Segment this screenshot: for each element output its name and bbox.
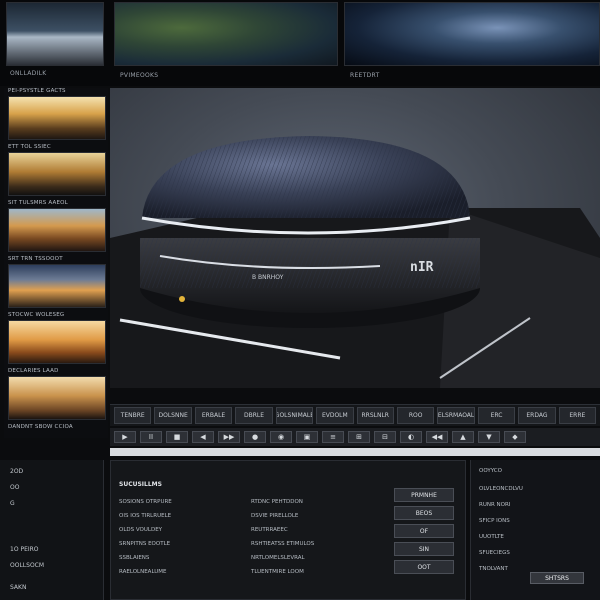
- tab-3[interactable]: ERBALE: [194, 407, 233, 424]
- rewind-icon[interactable]: ◀◀: [426, 431, 448, 443]
- prop-right-5[interactable]: NRTLOMELSLEVRAL: [251, 555, 305, 561]
- bottom-left-panel: 2OD OO G 1O PEIRO OOLLSOCM SAKN: [0, 460, 104, 600]
- asset-thumbnail-6[interactable]: [8, 376, 106, 420]
- prop-right-6[interactable]: TLUENTMIRE LOOM: [251, 569, 304, 575]
- tab-12[interactable]: ERRE: [558, 407, 597, 424]
- bl-row-5[interactable]: OOLLSOCM: [10, 562, 44, 569]
- prop-left-1[interactable]: SOSIONS OTRPURE: [119, 499, 172, 505]
- prop-left-3[interactable]: OLDS VOULDEY: [119, 527, 162, 533]
- prop-left-2[interactable]: OIS IOS TIRLRUELE: [119, 513, 171, 519]
- pause-icon[interactable]: II: [140, 431, 162, 443]
- thumb-label-2: ETT TOL SSIEC: [8, 144, 51, 150]
- tab-6[interactable]: EVDOLM: [316, 407, 354, 424]
- tab-9[interactable]: ELSRMAOAL: [437, 407, 475, 424]
- tab-8[interactable]: ROO: [396, 407, 435, 424]
- bl-row-6[interactable]: SAKN: [10, 584, 26, 591]
- play-icon[interactable]: ▶: [114, 431, 136, 443]
- side-button-3[interactable]: OF: [394, 524, 454, 538]
- preview-caption-3: REETDRT: [350, 72, 380, 79]
- frame-icon[interactable]: ▣: [296, 431, 318, 443]
- side-button-2[interactable]: BEOS: [394, 506, 454, 520]
- side-button-1[interactable]: PRMNHE: [394, 488, 454, 502]
- prop-right-3[interactable]: REUTRRAEEC: [251, 527, 288, 533]
- side-button-5[interactable]: OOT: [394, 560, 454, 574]
- export-button[interactable]: SHTSRS: [530, 572, 584, 584]
- down-icon[interactable]: ▼: [478, 431, 500, 443]
- br-row-6[interactable]: SFUECIEGS: [479, 550, 510, 556]
- tab-1[interactable]: TENBRE: [114, 407, 152, 424]
- status-led: [179, 296, 185, 302]
- top-preview-strip: ONLLADILK PVIMEOOKS REETDRT: [0, 0, 600, 86]
- step-back-icon[interactable]: ◀: [192, 431, 214, 443]
- record-icon[interactable]: ●: [244, 431, 266, 443]
- playback-control-bar: ▶ II ■ ◀ ▶▶ ● ◉ ▣ ≡ ⊞ ⊟ ◐ ◀◀ ▲ ▼ ◆: [110, 428, 600, 446]
- prop-left-4[interactable]: SRNPITNS EOOTLE: [119, 541, 170, 547]
- tab-2[interactable]: DOLSNNE: [154, 407, 192, 424]
- br-row-5[interactable]: UUOTLTE: [479, 534, 504, 540]
- tab-4[interactable]: DBRLE: [235, 407, 273, 424]
- collapse-icon[interactable]: ⊟: [374, 431, 396, 443]
- thumb-label-1: PEI-PSYSTLE GACTS: [8, 88, 66, 94]
- tab-7[interactable]: RRSLNLR: [356, 407, 394, 424]
- asset-thumbnail-1[interactable]: [8, 96, 106, 140]
- preview-thumbnail-1[interactable]: [6, 2, 104, 66]
- thumb-label-3: SIT TULSMRS AAEOL: [8, 200, 68, 206]
- preview-thumbnail-2[interactable]: [114, 2, 338, 66]
- fast-forward-icon[interactable]: ▶▶: [218, 431, 240, 443]
- preview-caption-1: ONLLADILK: [10, 70, 47, 77]
- tab-5[interactable]: GOLSNIMALE: [275, 407, 314, 424]
- device-caption: B BNRHOY: [252, 274, 284, 281]
- tab-bar: TENBRE DOLSNNE ERBALE DBRLE GOLSNIMALE E…: [110, 404, 600, 426]
- bl-row-2: OO: [10, 484, 20, 491]
- asset-thumbnail-column: PEI-PSYSTLE GACTS ETT TOL SSIEC SIT TULS…: [4, 88, 108, 438]
- prop-left-6[interactable]: RAELOLNEALUME: [119, 569, 167, 575]
- prop-left-5[interactable]: SSBLAIENS: [119, 555, 149, 561]
- asset-thumbnail-5[interactable]: [8, 320, 106, 364]
- device-badge: nIR: [410, 260, 434, 275]
- br-row-4[interactable]: SFICP IONS: [479, 518, 510, 524]
- preview-caption-2: PVIMEOOKS: [120, 72, 159, 79]
- thumb-label-7: DANDNT SBOW CCIOA: [8, 424, 73, 430]
- keyframe-icon[interactable]: ◆: [504, 431, 526, 443]
- prop-right-1[interactable]: RTDNC PEHTDDON: [251, 499, 303, 505]
- bl-row-1: 2OD: [10, 468, 24, 475]
- bl-row-3: G: [10, 500, 15, 507]
- asset-thumbnail-4[interactable]: [8, 264, 106, 308]
- contrast-icon[interactable]: ◐: [400, 431, 422, 443]
- thumb-label-4: SRT TRN TSSOOOT: [8, 256, 63, 262]
- asset-thumbnail-3[interactable]: [8, 208, 106, 252]
- up-icon[interactable]: ▲: [452, 431, 474, 443]
- br-row-2[interactable]: OLVLEONCDLVU: [479, 486, 523, 492]
- menu-icon[interactable]: ≡: [322, 431, 344, 443]
- prop-right-4[interactable]: RSHTIEATSS ETIMULOS: [251, 541, 314, 547]
- side-button-4[interactable]: SIN: [394, 542, 454, 556]
- asset-thumbnail-2[interactable]: [8, 152, 106, 196]
- br-row-3[interactable]: RUNR NORI: [479, 502, 510, 508]
- properties-title: SUCUSILLMS: [119, 481, 162, 488]
- br-row-1: OOYYCO: [479, 468, 502, 474]
- stop-icon[interactable]: ■: [166, 431, 188, 443]
- timeline-scrubber[interactable]: [110, 448, 600, 456]
- tab-11[interactable]: ERDAG: [518, 407, 556, 424]
- bl-row-4[interactable]: 1O PEIRO: [10, 546, 39, 553]
- main-3d-viewport[interactable]: nIR B BNRHOY: [110, 88, 600, 388]
- prop-right-2[interactable]: DSVIE PIRELLOLE: [251, 513, 298, 519]
- expand-icon[interactable]: ⊞: [348, 431, 370, 443]
- target-icon[interactable]: ◉: [270, 431, 292, 443]
- viewport-scene: [110, 136, 600, 388]
- thumb-label-5: STOCWC WOLESEG: [8, 312, 65, 318]
- preview-thumbnail-3[interactable]: [344, 2, 600, 66]
- br-row-7[interactable]: TNOLVANT: [479, 566, 508, 572]
- side-button-stack: PRMNHE BEOS OF SIN OOT: [394, 488, 460, 578]
- thumb-label-6: DECLARIES LAAD: [8, 368, 59, 374]
- tab-10[interactable]: ERC: [477, 407, 516, 424]
